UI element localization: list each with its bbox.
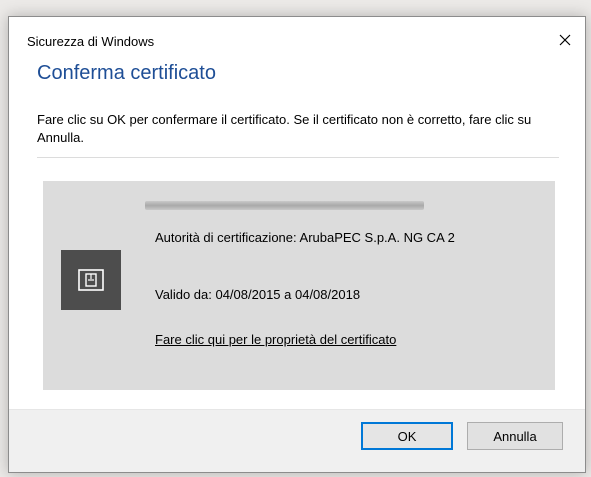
close-icon xyxy=(559,34,571,46)
certificate-properties-link[interactable]: Fare clic qui per le proprietà del certi… xyxy=(155,331,415,349)
certificate-icon xyxy=(78,269,104,291)
dialog-description: Fare clic su OK per confermare il certif… xyxy=(37,112,532,145)
cancel-button[interactable]: Annulla xyxy=(467,422,563,450)
security-dialog: Sicurezza di Windows Conferma certificat… xyxy=(8,16,586,473)
divider xyxy=(37,157,559,158)
dialog-heading: Conferma certificato xyxy=(37,62,216,84)
button-bar: OK Annulla xyxy=(9,409,585,472)
certificate-icon-tile xyxy=(61,250,121,310)
certificate-panel[interactable]: Autorità di certificazione: ArubaPEC S.p… xyxy=(43,181,555,390)
window-title: Sicurezza di Windows xyxy=(27,34,155,49)
certificate-issuer: Autorità di certificazione: ArubaPEC S.p… xyxy=(155,230,455,245)
title-bar: Sicurezza di Windows xyxy=(9,17,585,55)
close-button[interactable] xyxy=(545,25,585,55)
ok-button[interactable]: OK xyxy=(361,422,453,450)
certificate-validity: Valido da: 04/08/2015 a 04/08/2018 xyxy=(155,287,361,302)
certificate-name-redacted xyxy=(145,201,424,210)
